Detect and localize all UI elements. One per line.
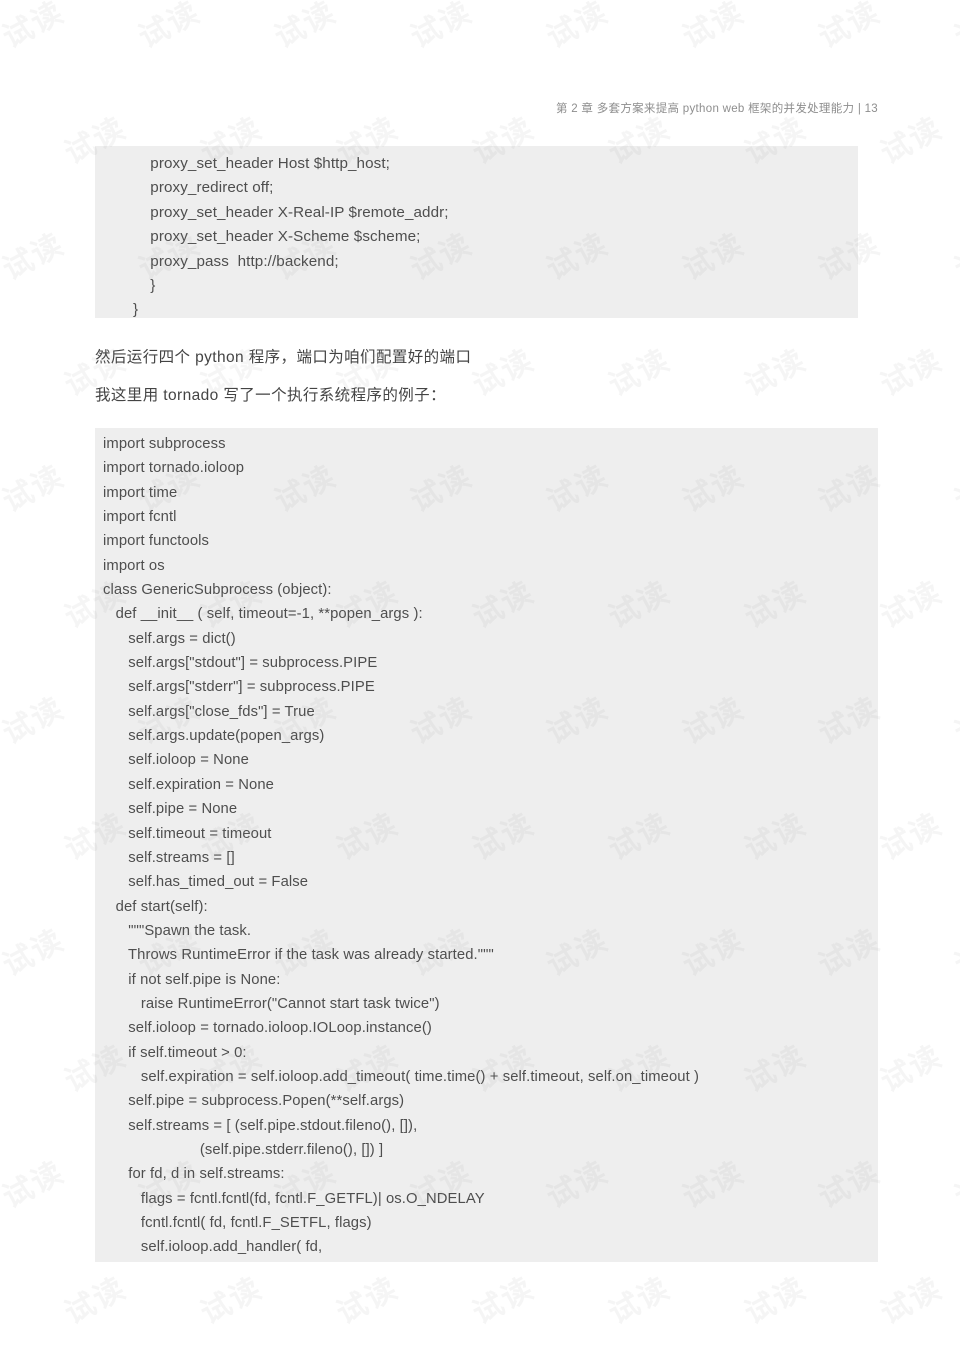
code-line: import time xyxy=(103,484,178,501)
code-line: self.ioloop = tornado.ioloop.IOLoop.inst… xyxy=(103,1020,432,1037)
code-line: self.args["stdout"] = subprocess.PIPE xyxy=(103,655,378,672)
code-block-python-subprocess: import subprocess import tornado.ioloop im… xyxy=(95,428,878,1262)
code-line: import os xyxy=(103,557,165,574)
code-line: self.args = dict() xyxy=(103,630,236,647)
code-line: def __init__ ( self, timeout=-1, **popen… xyxy=(103,606,423,623)
code-line: self.pipe = None xyxy=(103,801,238,818)
code-line: self.args.update(popen_args) xyxy=(103,728,325,745)
code-line: proxy_pass http://backend; xyxy=(133,252,339,270)
paragraph-run-python: 然后运行四个 python 程序，端口为咱们配置好的端口 xyxy=(95,349,472,366)
code-line: (self.pipe.stderr.fileno(), []) ] xyxy=(103,1141,384,1158)
code-lines-python: import subprocess import tornado.ioloop im… xyxy=(95,428,878,1260)
code-line: raise RuntimeError("Cannot start task tw… xyxy=(103,995,440,1012)
code-line: """Spawn the task. xyxy=(103,922,252,939)
code-line: self.ioloop.add_handler( fd, xyxy=(103,1239,323,1256)
code-lines-nginx: proxy_set_header Host $http_host; proxy_… xyxy=(95,146,858,323)
code-line: for fd, d in self.streams: xyxy=(103,1166,285,1183)
code-line: } xyxy=(133,277,156,295)
running-head: 第 2 章 多套方案来提高 python web 框架的并发处理能力 | 13 xyxy=(555,103,878,115)
code-line: import subprocess xyxy=(103,436,226,452)
code-line: self.expiration = None xyxy=(103,776,274,793)
code-line: proxy_set_header X-Scheme $scheme; xyxy=(133,228,421,246)
code-line: self.streams = [ (self.pipe.stdout.filen… xyxy=(103,1117,418,1134)
code-line: } xyxy=(133,301,139,319)
code-line: self.args["stderr"] = subprocess.PIPE xyxy=(103,679,375,696)
code-line: self.streams = [] xyxy=(103,849,235,866)
code-line: self.pipe = subprocess.Popen(**self.args… xyxy=(103,1093,405,1110)
code-line: self.ioloop = None xyxy=(103,752,249,769)
code-line: self.expiration = self.ioloop.add_timeou… xyxy=(103,1068,700,1085)
code-line: proxy_redirect off; xyxy=(133,179,274,197)
code-line: def start(self): xyxy=(103,898,208,915)
code-line: fcntl.fcntl( fd, fcntl.F_SETFL, flags) xyxy=(103,1215,372,1231)
code-line: Throws RuntimeError if the task was alre… xyxy=(103,947,494,964)
paragraph-tornado-example: 我这里用 tornado 写了一个执行系统程序的例子： xyxy=(95,387,446,404)
code-line: import functools xyxy=(103,533,210,550)
code-line: self.args["close_fds"] = True xyxy=(103,703,315,720)
code-block-nginx-config: proxy_set_header Host $http_host; proxy_… xyxy=(95,146,858,318)
code-line: if not self.pipe is None: xyxy=(103,971,281,988)
document-page: 第 2 章 多套方案来提高 python web 框架的并发处理能力 | 13 … xyxy=(0,0,960,1357)
code-line: self.timeout = timeout xyxy=(103,825,272,842)
code-line: proxy_set_header X-Real-IP $remote_addr; xyxy=(133,203,449,221)
code-line: proxy_set_header Host $http_host; xyxy=(133,155,390,172)
code-line: import fcntl xyxy=(103,509,177,526)
code-line: import tornado.ioloop xyxy=(103,460,245,477)
code-line: self.has_timed_out = False xyxy=(103,874,309,891)
code-line: if self.timeout > 0: xyxy=(103,1044,247,1061)
code-line: flags = fcntl.fcntl(fd, fcntl.F_GETFL)| … xyxy=(103,1190,485,1207)
code-line: class GenericSubprocess (object): xyxy=(103,582,332,599)
